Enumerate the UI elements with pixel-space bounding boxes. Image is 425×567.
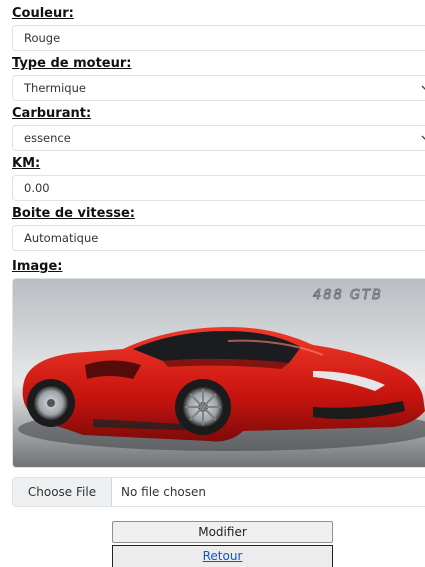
car-image: 488 GTB — [13, 279, 425, 467]
retour-link[interactable]: Retour — [112, 545, 333, 567]
couleur-input[interactable]: Rouge — [12, 25, 425, 51]
carburant-label: Carburant: — [12, 106, 92, 121]
boite-input[interactable]: Automatique — [12, 225, 425, 251]
carburant-select[interactable]: essence — [12, 125, 425, 151]
chevron-down-icon — [421, 135, 425, 140]
image-label: Image: — [12, 259, 63, 274]
image-file-input[interactable]: Choose File No file chosen — [12, 477, 425, 507]
km-value: 0.00 — [24, 181, 50, 195]
type-moteur-select[interactable]: Thermique — [12, 75, 425, 101]
car-model-watermark: 488 GTB — [313, 288, 383, 303]
km-input[interactable]: 0.00 — [12, 175, 425, 201]
km-label: KM: — [12, 156, 41, 171]
couleur-value: Rouge — [24, 31, 61, 45]
type-moteur-label: Type de moteur: — [12, 56, 132, 71]
file-status-text: No file chosen — [121, 485, 207, 499]
type-moteur-value: Thermique — [24, 81, 86, 95]
couleur-label: Couleur: — [12, 6, 74, 21]
chevron-down-icon — [421, 85, 425, 90]
boite-label: Boite de vitesse: — [12, 206, 135, 221]
modifier-button[interactable]: Modifier — [112, 521, 333, 543]
carburant-value: essence — [24, 131, 71, 145]
car-image-frame: 488 GTB — [12, 278, 425, 468]
choose-file-button[interactable]: Choose File — [13, 478, 112, 506]
boite-value: Automatique — [24, 231, 99, 245]
